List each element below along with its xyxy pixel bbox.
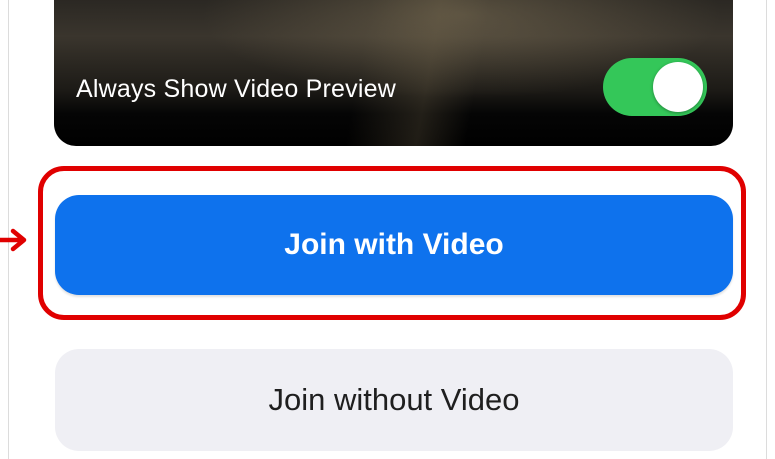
toggle-knob [653,62,703,112]
always-show-video-preview-label: Always Show Video Preview [76,75,396,103]
join-meeting-screen: Always Show Video Preview Join with Vide… [0,0,775,459]
always-show-video-preview-toggle[interactable] [603,58,707,116]
video-preview: Always Show Video Preview [54,0,733,146]
join-without-video-button[interactable]: Join without Video [55,349,733,451]
highlight-box [38,166,746,320]
arrow-right-icon [0,228,27,252]
screen-border-right [766,0,767,459]
